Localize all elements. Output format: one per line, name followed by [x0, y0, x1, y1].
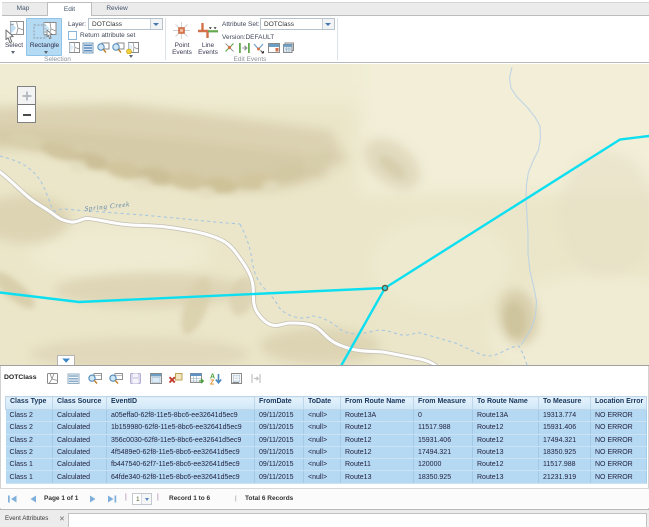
svg-text:Z: Z: [210, 380, 215, 386]
